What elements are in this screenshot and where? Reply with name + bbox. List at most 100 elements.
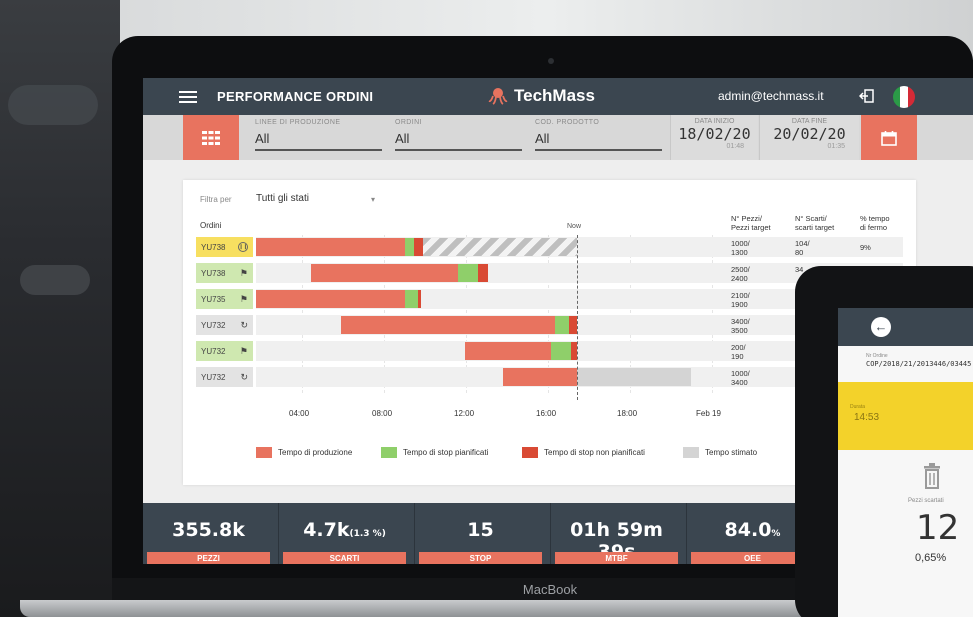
status-filter-select[interactable]: Tutti gli stati <box>256 193 309 204</box>
fermo-value: 9% <box>860 243 871 252</box>
phone-scarti-value: 12 <box>916 508 960 548</box>
legend-production: Tempo di produzione <box>256 447 352 458</box>
legend-swatch <box>381 447 397 458</box>
order-code: YU738 <box>201 242 226 252</box>
stat-stop: 15 STOP <box>415 503 546 564</box>
logout-icon[interactable] <box>859 88 875 104</box>
refresh-icon: ↻ <box>240 319 248 330</box>
filter-ordini[interactable]: ORDINI All <box>395 119 522 151</box>
page-title: PERFORMANCE ORDINI <box>217 89 374 104</box>
planned-stop-segment <box>555 316 569 334</box>
pezzi-value: 3400/ 3500 <box>731 317 750 335</box>
legend-label: Tempo di stop non pianificati <box>544 448 645 457</box>
filter-value: All <box>255 131 382 151</box>
phone-duration-label: Durata <box>850 404 866 410</box>
order-code: YU735 <box>201 294 226 304</box>
unplanned-stop-segment <box>569 316 577 334</box>
stat-pezzi: 355.8k PEZZI <box>143 503 274 564</box>
production-segment <box>465 342 551 360</box>
filter-by-label: Filtra per <box>200 195 232 204</box>
calendar-button[interactable] <box>861 115 917 160</box>
flag-icon: ⚑ <box>239 267 248 278</box>
now-line <box>577 235 578 400</box>
pezzi-value: 2500/ 2400 <box>731 265 750 283</box>
background-blur <box>8 85 98 125</box>
production-segment <box>341 316 555 334</box>
order-code: YU738 <box>201 268 226 278</box>
date-start[interactable]: DATA INIZIO 18/02/20 01:48 <box>670 115 758 160</box>
production-segment <box>256 290 405 308</box>
phone-scarti-percent: 0,65% <box>915 552 947 564</box>
unplanned-stop-segment <box>414 238 423 256</box>
pezzi-value: 2100/ 1900 <box>731 291 750 309</box>
stat-label: SCARTI <box>283 552 406 564</box>
order-code: YU732 <box>201 372 226 382</box>
unplanned-stop-segment <box>418 290 421 308</box>
stat-small: % <box>771 529 781 539</box>
legend-swatch <box>683 447 699 458</box>
legend-label: Tempo di produzione <box>278 448 353 457</box>
date-value: 20/02/20 <box>773 125 846 143</box>
pezzi-value: 1000/ 3400 <box>731 369 750 387</box>
pezzi-value: 1000/ 1300 <box>731 239 750 257</box>
legend-label: Tempo di stop pianificati <box>403 448 489 457</box>
order-badge[interactable]: YU738 ❙❙ <box>196 237 253 257</box>
date-end[interactable]: DATA FINE 20/02/20 01:35 <box>759 115 859 160</box>
estimated-segment <box>423 238 577 256</box>
grid-view-button[interactable] <box>183 115 239 160</box>
production-segment <box>311 264 458 282</box>
legend-estimated: Tempo stimato <box>683 447 757 458</box>
scarti-value: 104/ 80 <box>795 239 810 257</box>
phone-duration-panel: Durata 14:53 <box>838 382 973 450</box>
filter-linee[interactable]: LINEE DI PRODUZIONE All <box>255 119 382 151</box>
order-code: YU732 <box>201 346 226 356</box>
logo: TechMass <box>488 86 595 106</box>
filter-codice[interactable]: COD. PRODOTTO All <box>535 119 662 151</box>
user-email[interactable]: admin@techmass.it <box>718 89 824 103</box>
now-label: Now <box>567 223 582 230</box>
legend-planned: Tempo di stop pianificati <box>381 447 488 458</box>
order-badge[interactable]: YU732 ↻ <box>196 315 253 335</box>
time-tick: 16:00 <box>536 409 557 418</box>
flag-icon: ⚑ <box>239 293 248 304</box>
filter-value: All <box>395 131 522 151</box>
planned-stop-segment <box>405 290 418 308</box>
stat-value: 15 <box>467 519 494 541</box>
time-tick: Feb 19 <box>696 409 721 418</box>
date-time: 01:48 <box>726 143 744 150</box>
order-badge[interactable]: YU732 ↻ <box>196 367 253 387</box>
stat-mtbf: 01h 59m 39s MTBF <box>551 503 682 564</box>
phone-screen: ← Nr Ordine COP/2018/21/2013446/03445 Du… <box>838 308 973 617</box>
order-badge[interactable]: YU732 ⚑ <box>196 341 253 361</box>
phone-duration-value: 14:53 <box>854 412 880 423</box>
stat-value: 4.7k <box>303 519 350 541</box>
order-badge[interactable]: YU738 ⚑ <box>196 263 253 283</box>
date-label: DATA FINE <box>791 118 828 125</box>
production-segment <box>256 238 405 256</box>
refresh-icon: ↻ <box>240 371 248 382</box>
calendar-icon <box>881 130 897 146</box>
filter-label: LINEE DI PRODUZIONE <box>255 119 341 126</box>
flag-icon: ⚑ <box>239 345 248 356</box>
top-bar: PERFORMANCE ORDINI TechMass admin@techma… <box>143 78 973 115</box>
legend-swatch <box>256 447 272 458</box>
order-code: YU732 <box>201 320 226 330</box>
phone-order-label: Nr Ordine <box>866 353 888 359</box>
date-label: DATA INIZIO <box>694 118 735 125</box>
order-badge[interactable]: YU735 ⚑ <box>196 289 253 309</box>
legend-label: Tempo stimato <box>705 448 758 457</box>
date-value: 18/02/20 <box>678 125 751 143</box>
time-tick: 08:00 <box>372 409 393 418</box>
stat-value: 355.8k <box>172 519 245 541</box>
menu-icon[interactable] <box>179 91 197 103</box>
pezzi-column-header: N° Pezzi/ Pezzi target <box>731 214 771 232</box>
laptop-brand: MacBook <box>522 582 578 597</box>
legend-swatch <box>522 447 538 458</box>
estimated-segment <box>577 368 691 386</box>
italy-flag-icon[interactable] <box>893 86 915 108</box>
back-arrow-icon[interactable]: ← <box>871 317 891 337</box>
chevron-down-icon[interactable]: ▾ <box>371 195 375 204</box>
logo-text: TechMass <box>514 86 595 105</box>
stat-scarti: 4.7k(1.3 %) SCARTI <box>279 503 410 564</box>
time-tick: 04:00 <box>289 409 310 418</box>
